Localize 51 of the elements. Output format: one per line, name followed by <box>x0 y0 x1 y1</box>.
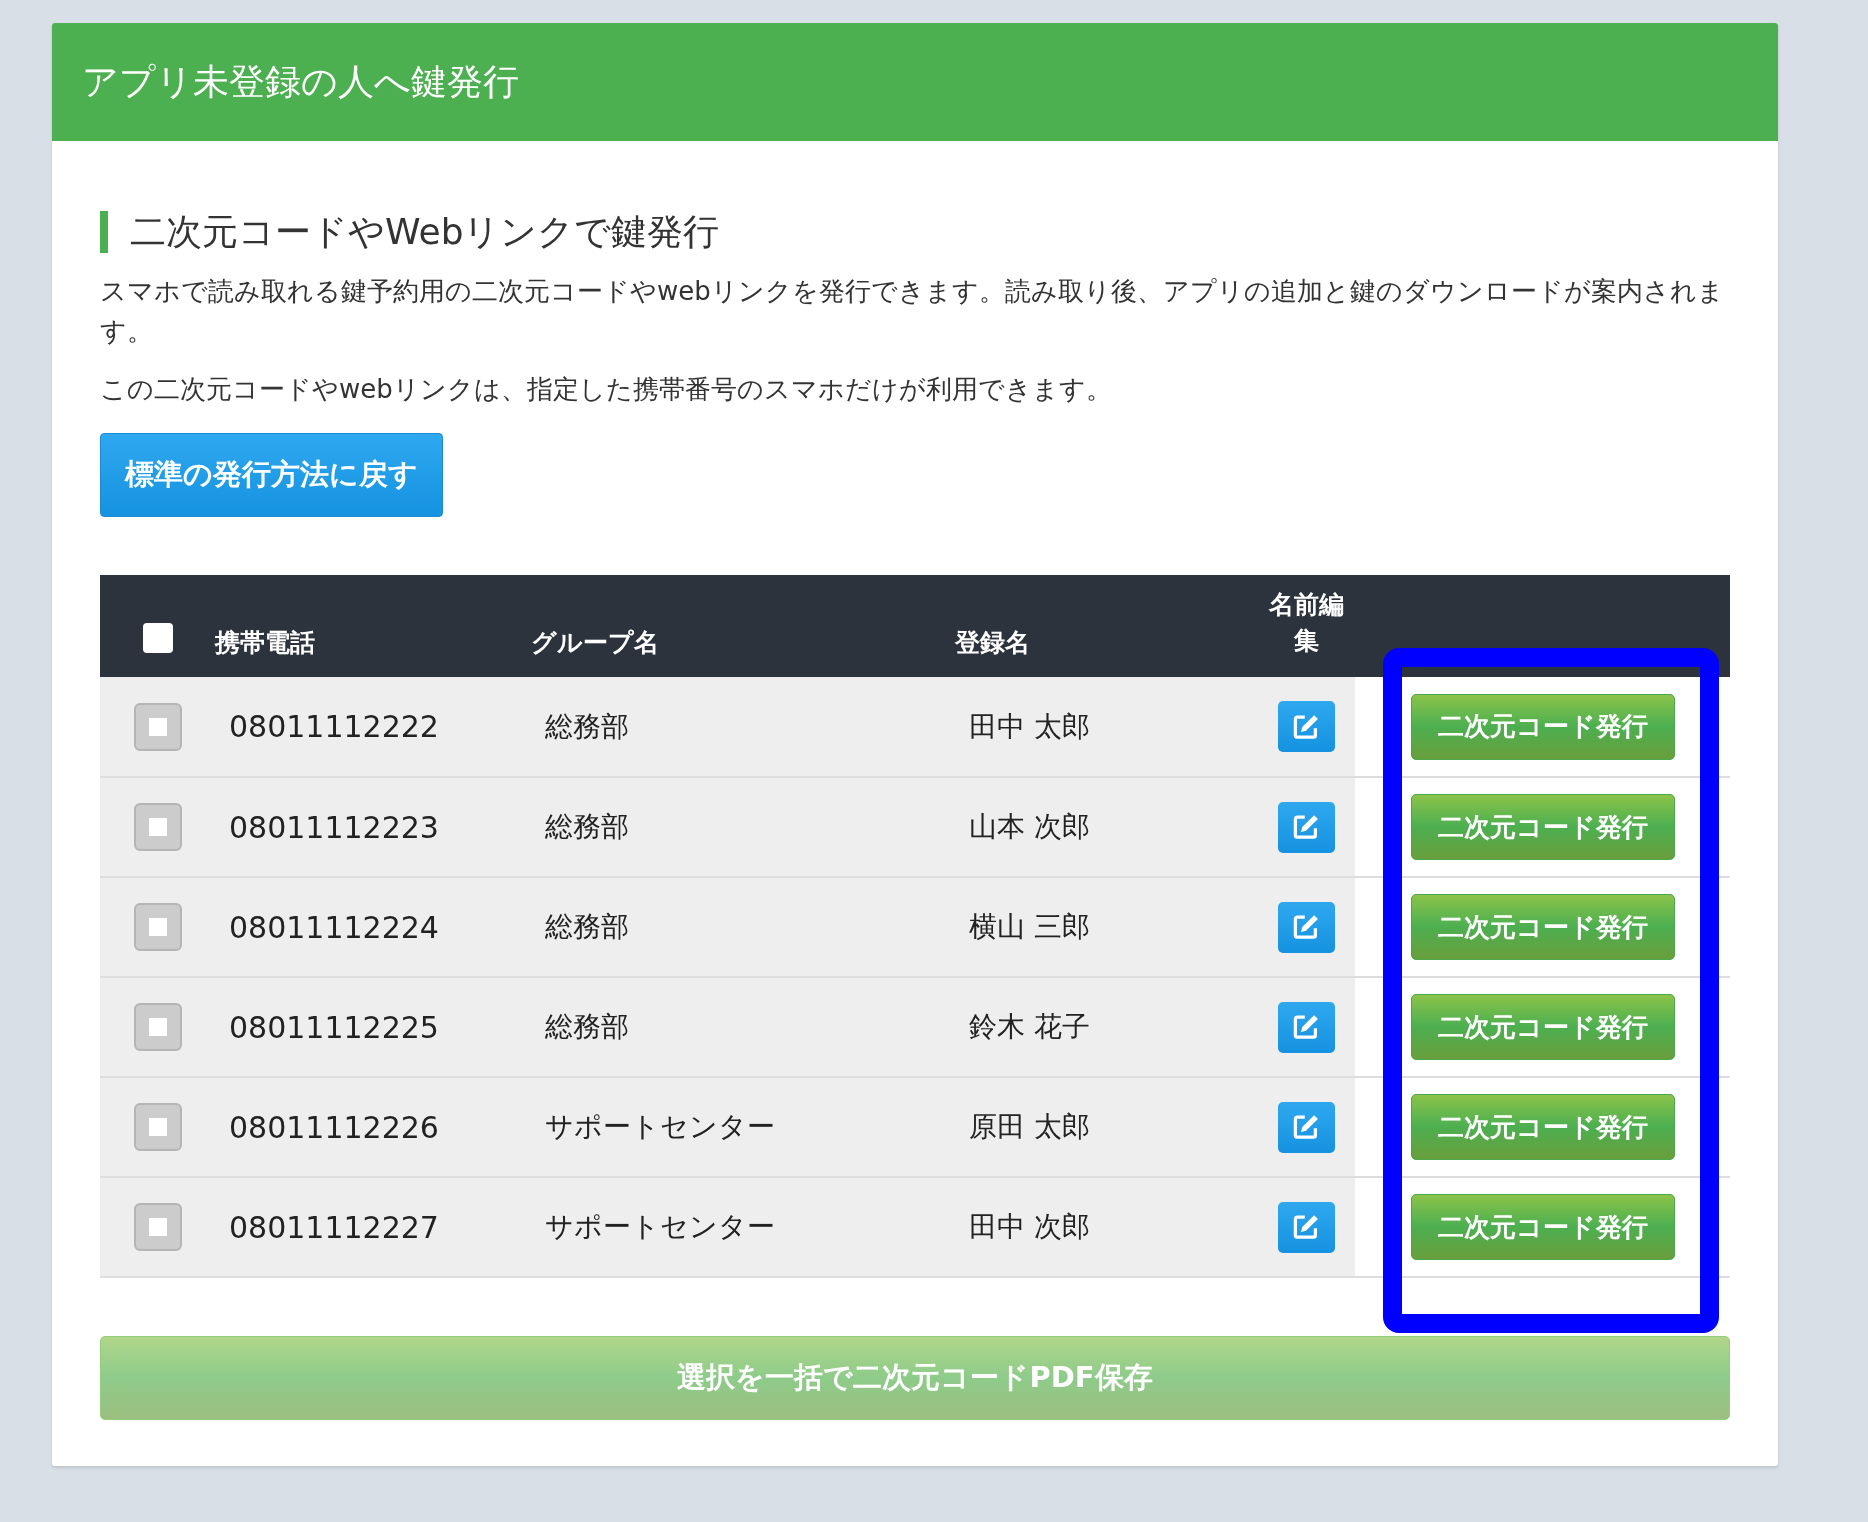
registered-name: 原田 太郎 <box>968 1110 1090 1143</box>
group-name: 総務部 <box>544 910 629 943</box>
phone-number: 08011112225 <box>228 1009 439 1045</box>
issue-code-button[interactable]: 二次元コード発行 <box>1410 693 1675 760</box>
phone-number: 08011112226 <box>228 1109 439 1145</box>
issue-code-button[interactable]: 二次元コード発行 <box>1410 794 1675 860</box>
registered-name: 田中 太郎 <box>968 709 1090 743</box>
row-checkbox[interactable] <box>133 803 182 851</box>
description-text: この二次元コードやwebリンクは、指定した携帯番号のスマホだけが利用できます。 <box>100 373 1113 406</box>
column-header: グループ名 <box>531 628 659 657</box>
edit-icon <box>1291 1112 1321 1142</box>
group-name: サポートセンター <box>544 1110 775 1143</box>
column-header: 名前編集 <box>1267 589 1345 657</box>
edit-icon <box>1291 1212 1321 1242</box>
issue-code-button[interactable]: 二次元コード発行 <box>1410 1094 1675 1160</box>
row-checkbox[interactable] <box>133 903 182 951</box>
row-checkbox[interactable] <box>133 1203 182 1251</box>
edit-icon <box>1291 1012 1321 1042</box>
edit-icon <box>1291 812 1321 842</box>
group-name: サポートセンター <box>544 1210 775 1243</box>
select-all-checkbox[interactable] <box>142 623 173 653</box>
group-name: 総務部 <box>544 709 629 743</box>
edit-name-button[interactable] <box>1277 1201 1335 1253</box>
edit-name-button[interactable] <box>1277 801 1335 853</box>
edit-name-button[interactable] <box>1277 701 1335 752</box>
issue-code-button[interactable]: 二次元コード発行 <box>1410 894 1675 960</box>
section-heading: 二次元コードやWebリンクで鍵発行 <box>100 211 1730 253</box>
row-checkbox[interactable] <box>133 1103 182 1151</box>
panel-title: アプリ未登録の人へ鍵発行 <box>82 59 519 104</box>
edit-name-button[interactable] <box>1277 1001 1335 1053</box>
phone-number: 08011112224 <box>228 909 439 945</box>
issue-code-button[interactable]: 二次元コード発行 <box>1410 1194 1675 1260</box>
phone-number: 08011112223 <box>228 809 439 845</box>
group-name: 総務部 <box>544 810 629 843</box>
description-text: スマホで読み取れる鍵予約用の二次元コードやwebリンクを発行できます。読み取り後、アプリの追加と鍵のダウンロードが案内されます。 <box>100 275 1725 348</box>
issue-code-button[interactable]: 二次元コード発行 <box>1410 994 1675 1060</box>
edit-name-button[interactable] <box>1277 1101 1335 1153</box>
edit-icon <box>1291 912 1321 942</box>
column-header: 登録名 <box>955 628 1030 657</box>
group-name: 総務部 <box>544 1010 629 1043</box>
row-checkbox[interactable] <box>133 1003 182 1051</box>
column-header: 携帯電話 <box>215 628 315 657</box>
revert-button[interactable]: 標準の発行方法に戻す <box>100 433 443 517</box>
registered-name: 鈴木 花子 <box>968 1010 1090 1043</box>
row-checkbox[interactable] <box>133 702 182 751</box>
registered-name: 横山 三郎 <box>968 910 1090 943</box>
phone-number: 08011112222 <box>228 709 439 744</box>
edit-name-button[interactable] <box>1277 901 1335 953</box>
phone-number: 08011112227 <box>228 1209 439 1245</box>
registered-name: 田中 次郎 <box>968 1210 1090 1243</box>
registered-name: 山本 次郎 <box>968 810 1090 843</box>
